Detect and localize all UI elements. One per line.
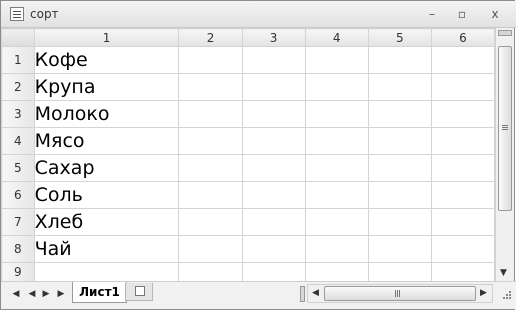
tab-split-handle[interactable] xyxy=(300,286,305,302)
cell[interactable]: Хлеб xyxy=(33,208,180,236)
cell[interactable] xyxy=(367,154,432,182)
close-button[interactable]: x xyxy=(483,5,507,23)
resize-grip-icon[interactable] xyxy=(500,288,512,300)
row-header[interactable]: 2 xyxy=(1,73,35,101)
cell[interactable] xyxy=(430,208,495,236)
prev-sheet-button[interactable]: ◀ xyxy=(26,287,38,301)
row-header[interactable]: 9 xyxy=(1,262,35,281)
row-header[interactable]: 1 xyxy=(1,46,35,74)
row-header[interactable]: 7 xyxy=(1,208,35,236)
row-header[interactable]: 3 xyxy=(1,100,35,128)
workbook-icon[interactable] xyxy=(10,7,24,21)
select-all-corner[interactable] xyxy=(1,28,35,47)
row-header[interactable]: 8 xyxy=(1,235,35,263)
cell[interactable] xyxy=(430,127,495,155)
column-header[interactable]: 6 xyxy=(430,28,495,47)
sheet-tab[interactable]: Лист1 xyxy=(72,282,127,303)
active-cell[interactable] xyxy=(33,262,180,281)
cell[interactable] xyxy=(367,235,432,263)
cell[interactable]: Сахар xyxy=(33,154,180,182)
cell[interactable] xyxy=(367,73,432,101)
cell[interactable] xyxy=(430,100,495,128)
column-header[interactable]: 4 xyxy=(304,28,369,47)
cell[interactable] xyxy=(178,100,243,128)
cell[interactable] xyxy=(178,235,243,263)
cell[interactable] xyxy=(304,127,369,155)
column-header[interactable]: 3 xyxy=(241,28,306,47)
cell[interactable] xyxy=(241,235,306,263)
cell[interactable] xyxy=(178,73,243,101)
cell[interactable] xyxy=(241,46,306,74)
column-header[interactable]: 2 xyxy=(178,28,243,47)
cell[interactable] xyxy=(241,262,306,281)
cell[interactable] xyxy=(367,208,432,236)
cell[interactable] xyxy=(178,154,243,182)
cell[interactable] xyxy=(241,154,306,182)
cell[interactable] xyxy=(367,181,432,209)
horizontal-scrollbar[interactable]: ◀ ▶ xyxy=(307,284,493,303)
spreadsheet-window: сорт – ▫ x 1 2 3 4 5 6 1 Кофе 2 Крупа 3 … xyxy=(0,0,516,310)
title-bar[interactable]: сорт – ▫ x xyxy=(1,1,516,28)
cell[interactable] xyxy=(178,181,243,209)
cell[interactable] xyxy=(304,262,369,281)
scroll-right-arrow-icon[interactable]: ▶ xyxy=(480,288,487,298)
cell[interactable] xyxy=(367,262,432,281)
cell[interactable]: Чай xyxy=(33,235,180,263)
cell[interactable] xyxy=(241,100,306,128)
next-sheet-button[interactable]: ▶ xyxy=(40,287,52,301)
vertical-scroll-thumb[interactable] xyxy=(498,46,512,211)
new-sheet-icon xyxy=(135,286,145,296)
cell[interactable] xyxy=(430,154,495,182)
cell[interactable]: Мясо xyxy=(33,127,180,155)
cell[interactable]: Соль xyxy=(33,181,180,209)
cell[interactable] xyxy=(430,235,495,263)
column-header[interactable]: 1 xyxy=(33,28,180,47)
cell[interactable] xyxy=(304,208,369,236)
horizontal-split-handle[interactable] xyxy=(498,30,512,36)
cell[interactable] xyxy=(304,73,369,101)
sheet-grid: 1 2 3 4 5 6 1 Кофе 2 Крупа 3 Молоко 4 Мя… xyxy=(1,28,495,281)
cell[interactable] xyxy=(367,46,432,74)
cell[interactable] xyxy=(367,100,432,128)
cell[interactable] xyxy=(178,46,243,74)
grip-icon xyxy=(502,125,508,126)
cell[interactable] xyxy=(178,127,243,155)
cell[interactable]: Кофе xyxy=(33,46,180,74)
cell[interactable] xyxy=(241,208,306,236)
scroll-down-arrow-icon[interactable]: ▼ xyxy=(500,268,507,278)
restore-button[interactable]: ▫ xyxy=(450,5,474,23)
scroll-left-arrow-icon[interactable]: ◀ xyxy=(312,288,319,298)
cell[interactable] xyxy=(430,46,495,74)
cell[interactable] xyxy=(241,73,306,101)
row-header[interactable]: 6 xyxy=(1,181,35,209)
cell[interactable] xyxy=(178,262,243,281)
row-header[interactable]: 5 xyxy=(1,154,35,182)
horizontal-scroll-thumb[interactable] xyxy=(324,286,476,301)
last-sheet-button[interactable]: ▶ xyxy=(55,287,67,301)
cell[interactable] xyxy=(304,154,369,182)
cell[interactable] xyxy=(304,235,369,263)
minimize-button[interactable]: – xyxy=(420,5,444,23)
first-sheet-button[interactable]: ◀ xyxy=(10,287,22,301)
vertical-scrollbar[interactable]: ▼ xyxy=(495,28,514,281)
sheet-tab-bar: ◀ ◀ ▶ ▶ Лист1 ◀ ▶ xyxy=(1,281,516,309)
cell[interactable] xyxy=(178,208,243,236)
cell[interactable] xyxy=(430,73,495,101)
cell[interactable] xyxy=(367,127,432,155)
row-header[interactable]: 4 xyxy=(1,127,35,155)
column-header[interactable]: 5 xyxy=(367,28,432,47)
cell[interactable] xyxy=(304,46,369,74)
cell[interactable]: Молоко xyxy=(33,100,180,128)
cell[interactable] xyxy=(304,100,369,128)
cell[interactable] xyxy=(241,181,306,209)
insert-sheet-button[interactable] xyxy=(125,283,153,301)
window-title: сорт xyxy=(30,7,59,21)
cell[interactable] xyxy=(430,262,495,281)
cell[interactable] xyxy=(241,127,306,155)
cell[interactable] xyxy=(304,181,369,209)
cell[interactable]: Крупа xyxy=(33,73,180,101)
grip-icon xyxy=(395,290,396,297)
cell[interactable] xyxy=(430,181,495,209)
